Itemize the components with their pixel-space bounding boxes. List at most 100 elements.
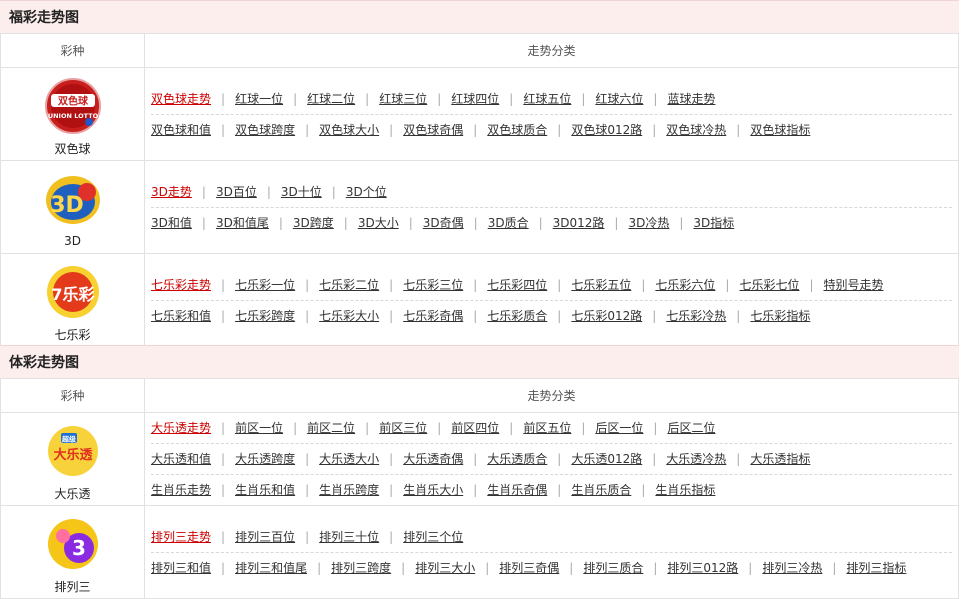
- trend-link[interactable]: 大乐透走势: [151, 421, 211, 435]
- trend-link[interactable]: 七乐彩012路: [571, 309, 642, 323]
- pl3-logo-icon[interactable]: 3: [43, 514, 103, 574]
- qlc-logo-icon[interactable]: 7乐彩: [43, 262, 103, 322]
- trend-link[interactable]: 3D跨度: [293, 216, 334, 230]
- link-line: 七乐彩和值 | 七乐彩跨度 | 七乐彩大小 | 七乐彩奇偶 | 七乐彩质合 | 七乐彩012路 | 七乐…: [151, 301, 952, 331]
- trend-link[interactable]: 七乐彩跨度: [235, 309, 295, 323]
- trend-link[interactable]: 排列三冷热: [762, 561, 822, 575]
- trend-link[interactable]: 大乐透指标: [750, 452, 810, 466]
- trend-link[interactable]: 双色球012路: [571, 123, 642, 137]
- trend-link[interactable]: 大乐透012路: [571, 452, 642, 466]
- trend-link[interactable]: 双色球指标: [750, 123, 810, 137]
- trend-link[interactable]: 3D和值: [151, 216, 192, 230]
- trend-link[interactable]: 排列三个位: [403, 530, 463, 544]
- trend-link[interactable]: 3D指标: [693, 216, 734, 230]
- trend-link[interactable]: 前区二位: [307, 421, 355, 435]
- trend-link[interactable]: 七乐彩指标: [750, 309, 810, 323]
- trend-link[interactable]: 3D大小: [358, 216, 399, 230]
- trend-link[interactable]: 双色球质合: [487, 123, 547, 137]
- trend-link[interactable]: 七乐彩三位: [403, 278, 463, 292]
- trend-link[interactable]: 双色球和值: [151, 123, 211, 137]
- trend-link[interactable]: 前区四位: [451, 421, 499, 435]
- trend-link[interactable]: 七乐彩大小: [319, 309, 379, 323]
- trend-link[interactable]: 后区一位: [595, 421, 643, 435]
- trend-link[interactable]: 红球一位: [235, 92, 283, 106]
- link-separator: |: [473, 452, 478, 466]
- trend-link[interactable]: 3D百位: [216, 185, 257, 199]
- trend-link[interactable]: 双色球奇偶: [403, 123, 463, 137]
- trend-link[interactable]: 排列三012路: [667, 561, 738, 575]
- trend-link[interactable]: 七乐彩二位: [319, 278, 379, 292]
- trend-link[interactable]: 排列三十位: [319, 530, 379, 544]
- trend-link[interactable]: 大乐透冷热: [666, 452, 726, 466]
- link-separator: |: [679, 215, 684, 230]
- lottery-name[interactable]: 七乐彩: [1, 326, 144, 343]
- trend-link[interactable]: 七乐彩走势: [151, 278, 211, 292]
- trend-link[interactable]: 红球五位: [523, 92, 571, 106]
- trend-link[interactable]: 大乐透质合: [487, 452, 547, 466]
- trend-link[interactable]: 七乐彩奇偶: [403, 309, 463, 323]
- trend-link[interactable]: 生肖乐质合: [571, 483, 631, 497]
- trend-link[interactable]: 特别号走势: [824, 278, 884, 292]
- trend-link[interactable]: 生肖乐跨度: [319, 483, 379, 497]
- trend-link[interactable]: 七乐彩四位: [487, 278, 547, 292]
- trend-link[interactable]: 蓝球走势: [667, 92, 715, 106]
- trend-link[interactable]: 双色球冷热: [666, 123, 726, 137]
- trend-link[interactable]: 双色球走势: [151, 92, 211, 106]
- trend-link[interactable]: 七乐彩冷热: [666, 309, 726, 323]
- trend-link[interactable]: 3D个位: [346, 185, 387, 199]
- dlt-logo-icon[interactable]: 超级 大乐透: [43, 421, 103, 481]
- trend-link[interactable]: 大乐透奇偶: [403, 452, 463, 466]
- lottery-name[interactable]: 3D: [1, 234, 144, 248]
- trend-link[interactable]: 排列三指标: [846, 561, 906, 575]
- trend-link[interactable]: 大乐透跨度: [235, 452, 295, 466]
- trend-link[interactable]: 七乐彩质合: [487, 309, 547, 323]
- trend-link[interactable]: 3D冷热: [628, 216, 669, 230]
- trend-link[interactable]: 排列三跨度: [331, 561, 391, 575]
- trend-link[interactable]: 排列三奇偶: [499, 561, 559, 575]
- ssq-logo-icon[interactable]: 双色球 UNION LOTTO: [43, 76, 103, 136]
- trend-link[interactable]: 排列三质合: [583, 561, 643, 575]
- trend-link[interactable]: 3D012路: [553, 216, 605, 230]
- link-separator: |: [557, 483, 562, 497]
- 3d-logo-icon[interactable]: 3D: [43, 170, 103, 230]
- trend-link[interactable]: 排列三大小: [415, 561, 475, 575]
- trend-link[interactable]: 大乐透和值: [151, 452, 211, 466]
- trend-link[interactable]: 红球四位: [451, 92, 499, 106]
- trend-link[interactable]: 七乐彩六位: [655, 278, 715, 292]
- trend-link[interactable]: 双色球跨度: [235, 123, 295, 137]
- trend-link[interactable]: 前区三位: [379, 421, 427, 435]
- ticai-table: 彩种 走势分类 超级 大乐透 大乐透 大乐透走势 | 前区一位 | 前区二位 | 前区三位 |…: [0, 378, 959, 599]
- trend-link[interactable]: 排列三和值尾: [235, 561, 307, 575]
- lottery-name[interactable]: 排列三: [1, 578, 144, 595]
- trend-link[interactable]: 3D走势: [151, 185, 192, 199]
- trend-link[interactable]: 3D奇偶: [423, 216, 464, 230]
- trend-link[interactable]: 生肖乐走势: [151, 483, 211, 497]
- trend-link[interactable]: 七乐彩一位: [235, 278, 295, 292]
- trend-link[interactable]: 3D和值尾: [216, 216, 269, 230]
- trend-link[interactable]: 排列三百位: [235, 530, 295, 544]
- lottery-name[interactable]: 双色球: [1, 140, 144, 157]
- trend-link[interactable]: 七乐彩七位: [739, 278, 799, 292]
- trend-link[interactable]: 红球六位: [595, 92, 643, 106]
- trend-link[interactable]: 排列三和值: [151, 561, 211, 575]
- trend-link[interactable]: 红球三位: [379, 92, 427, 106]
- pl3-logo-text: 3: [72, 536, 86, 560]
- trend-link[interactable]: 3D质合: [488, 216, 529, 230]
- trend-link[interactable]: 生肖乐奇偶: [487, 483, 547, 497]
- trend-link[interactable]: 大乐透大小: [319, 452, 379, 466]
- trend-link[interactable]: 七乐彩五位: [571, 278, 631, 292]
- trend-link[interactable]: 排列三走势: [151, 530, 211, 544]
- link-separator: |: [305, 308, 310, 323]
- trend-link[interactable]: 生肖乐指标: [655, 483, 715, 497]
- trend-link[interactable]: 双色球大小: [319, 123, 379, 137]
- trend-link[interactable]: 七乐彩和值: [151, 309, 211, 323]
- trend-link[interactable]: 生肖乐大小: [403, 483, 463, 497]
- trend-link[interactable]: 生肖乐和值: [235, 483, 295, 497]
- trend-link[interactable]: 后区二位: [667, 421, 715, 435]
- trend-link[interactable]: 3D十位: [281, 185, 322, 199]
- table-header-row: 彩种 走势分类: [0, 378, 959, 413]
- lottery-name[interactable]: 大乐透: [1, 485, 144, 502]
- trend-link[interactable]: 红球二位: [307, 92, 355, 106]
- trend-link[interactable]: 前区一位: [235, 421, 283, 435]
- trend-link[interactable]: 前区五位: [523, 421, 571, 435]
